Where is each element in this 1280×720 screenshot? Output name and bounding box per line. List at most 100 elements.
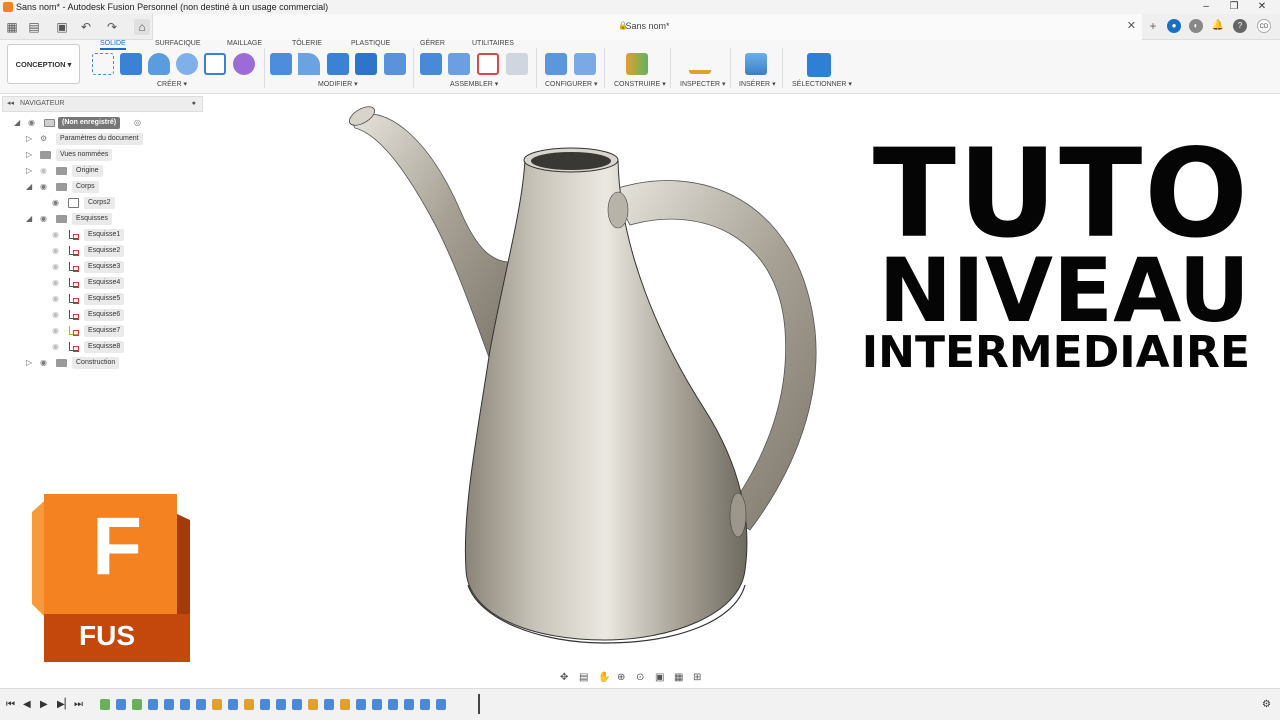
undo-icon[interactable]: ↶: [78, 19, 94, 35]
look-at-icon[interactable]: ▤: [579, 672, 593, 684]
user-avatar[interactable]: CD: [1257, 19, 1271, 33]
tab-utilitaires[interactable]: UTILITAIRES: [472, 40, 514, 47]
notifications-icon[interactable]: 🔔: [1211, 19, 1225, 33]
tree-item[interactable]: ◉ Esquisse7: [50, 325, 180, 337]
timeline-feature-icon[interactable]: [388, 699, 398, 710]
tab-tolerie[interactable]: TÔLERIE: [292, 40, 322, 47]
visibility-eye-icon[interactable]: ◉: [52, 229, 59, 241]
tree-root[interactable]: ◢ ◉ (Non enregistré) ◎: [14, 117, 164, 129]
timeline-feature-icon[interactable]: [404, 699, 414, 710]
group-creer[interactable]: CRÉER ▾: [157, 80, 187, 88]
expand-arrow-icon[interactable]: ▷: [26, 357, 32, 369]
tree-item[interactable]: ▷ ◉ Origine: [26, 165, 176, 177]
maximize-button[interactable]: ❐: [1224, 0, 1244, 14]
group-modifier[interactable]: MODIFIER ▾: [318, 80, 358, 88]
timeline-feature-icon[interactable]: [180, 699, 190, 710]
browser-header[interactable]: ◂◂ NAVIGATEUR ●: [2, 96, 203, 112]
visibility-eye-icon[interactable]: ◉: [52, 277, 59, 289]
visibility-eye-icon[interactable]: ◉: [40, 181, 47, 193]
zoom-icon[interactable]: ⊕: [617, 672, 631, 684]
expand-arrow-icon[interactable]: ▷: [26, 133, 32, 145]
hole-icon[interactable]: [176, 53, 198, 75]
group-configurer[interactable]: CONFIGURER ▾: [545, 80, 598, 88]
tree-item[interactable]: ◉ Corps2: [50, 197, 180, 209]
group-inspecter[interactable]: INSPECTER ▾: [680, 80, 726, 88]
viewports-icon[interactable]: ⊞: [693, 672, 707, 684]
timeline-feature-icon[interactable]: [276, 699, 286, 710]
timeline-feature-icon[interactable]: [116, 699, 126, 710]
timeline-feature-icon[interactable]: [340, 699, 350, 710]
tree-item[interactable]: ◉ Esquisse5: [50, 293, 180, 305]
group-assembler[interactable]: ASSEMBLER ▾: [450, 80, 498, 88]
save-icon[interactable]: ▣: [54, 19, 70, 35]
visibility-eye-icon[interactable]: ◉: [52, 325, 59, 337]
timeline-feature-icon[interactable]: [228, 699, 238, 710]
visibility-eye-icon[interactable]: ◉: [40, 357, 47, 369]
expand-arrow-icon[interactable]: ◢: [26, 181, 32, 193]
timeline-feature-icon[interactable]: [324, 699, 334, 710]
timeline-feature-icon[interactable]: [244, 699, 254, 710]
expand-arrow-icon[interactable]: ▷: [26, 149, 32, 161]
file-menu-icon[interactable]: ▤: [26, 19, 42, 35]
timeline-feature-icon[interactable]: [260, 699, 270, 710]
close-tab-icon[interactable]: ✕: [1127, 19, 1136, 32]
create-sketch-icon[interactable]: [92, 53, 114, 75]
minimize-button[interactable]: –: [1196, 0, 1216, 14]
timeline-feature-icon[interactable]: [372, 699, 382, 710]
home-icon[interactable]: ⌂: [134, 19, 150, 35]
timeline-feature-icon[interactable]: [308, 699, 318, 710]
extrude-icon[interactable]: [120, 53, 142, 75]
close-window-button[interactable]: ✕: [1252, 0, 1272, 14]
tree-item[interactable]: ◉ Esquisse4: [50, 277, 180, 289]
visibility-eye-icon[interactable]: ◉: [52, 261, 59, 273]
visibility-eye-icon[interactable]: ◉: [40, 213, 47, 225]
tree-item[interactable]: ◉ Esquisse6: [50, 309, 180, 321]
tab-solide[interactable]: SOLIDE: [100, 40, 126, 50]
form-icon[interactable]: [233, 53, 255, 75]
play-icon[interactable]: ▶: [40, 699, 48, 710]
extensions-icon[interactable]: ◐: [1189, 19, 1203, 33]
offset-plane-icon[interactable]: [626, 53, 648, 75]
timeline-feature-icon[interactable]: [100, 699, 110, 710]
visibility-eye-icon[interactable]: ◉: [52, 245, 59, 257]
new-tab-icon[interactable]: +: [1146, 19, 1160, 33]
insert-image-icon[interactable]: [745, 53, 767, 75]
timeline-feature-icon[interactable]: [212, 699, 222, 710]
activate-radio-icon[interactable]: ◎: [134, 117, 141, 129]
joint-icon[interactable]: [448, 53, 470, 75]
fit-icon[interactable]: ⊙: [636, 672, 650, 684]
step-forward-icon[interactable]: ▶▏: [57, 699, 72, 710]
group-inserer[interactable]: INSÉRER ▾: [739, 80, 776, 88]
grid-settings-icon[interactable]: ▦: [674, 672, 688, 684]
workspace-dropdown[interactable]: CONCEPTION ▾: [7, 44, 80, 84]
watering-can-model[interactable]: [330, 95, 850, 665]
group-selectionner[interactable]: SÉLECTIONNER ▾: [792, 80, 852, 88]
timeline-feature-icon[interactable]: [292, 699, 302, 710]
configuration-table-icon[interactable]: [574, 53, 596, 75]
revolve-icon[interactable]: [148, 53, 170, 75]
job-status-icon[interactable]: ●: [1167, 19, 1181, 33]
timeline-feature-icon[interactable]: [196, 699, 206, 710]
timeline-feature-icon[interactable]: [132, 699, 142, 710]
visibility-eye-icon[interactable]: ◉: [52, 197, 59, 209]
tab-plastique[interactable]: PLASTIQUE: [351, 40, 390, 47]
orbit-icon[interactable]: ✥: [560, 672, 574, 684]
configure-icon[interactable]: [545, 53, 567, 75]
press-pull-icon[interactable]: [270, 53, 292, 75]
visibility-eye-icon[interactable]: ◉: [52, 293, 59, 305]
document-tab[interactable]: 🔒 Sans nom* ✕: [152, 14, 1142, 40]
expand-arrow-icon[interactable]: ◢: [26, 213, 32, 225]
timeline-feature-icon[interactable]: [436, 699, 446, 710]
help-icon[interactable]: ?: [1233, 19, 1247, 33]
split-body-icon[interactable]: [384, 53, 406, 75]
collapse-browser-icon[interactable]: ◂◂: [7, 97, 14, 111]
pattern-icon[interactable]: [204, 53, 226, 75]
timeline-feature-icon[interactable]: [356, 699, 366, 710]
tree-item[interactable]: ▷ Vues nommées: [26, 149, 176, 161]
visibility-eye-icon[interactable]: ◉: [28, 117, 35, 129]
measure-icon[interactable]: [689, 60, 711, 74]
as-built-joint-icon[interactable]: [477, 53, 499, 75]
tree-item[interactable]: ▷ ◉ Construction: [26, 357, 176, 369]
tree-item[interactable]: ◉ Esquisse8: [50, 341, 180, 353]
tree-item[interactable]: ▷ ⚙ Paramètres du document: [26, 133, 176, 145]
